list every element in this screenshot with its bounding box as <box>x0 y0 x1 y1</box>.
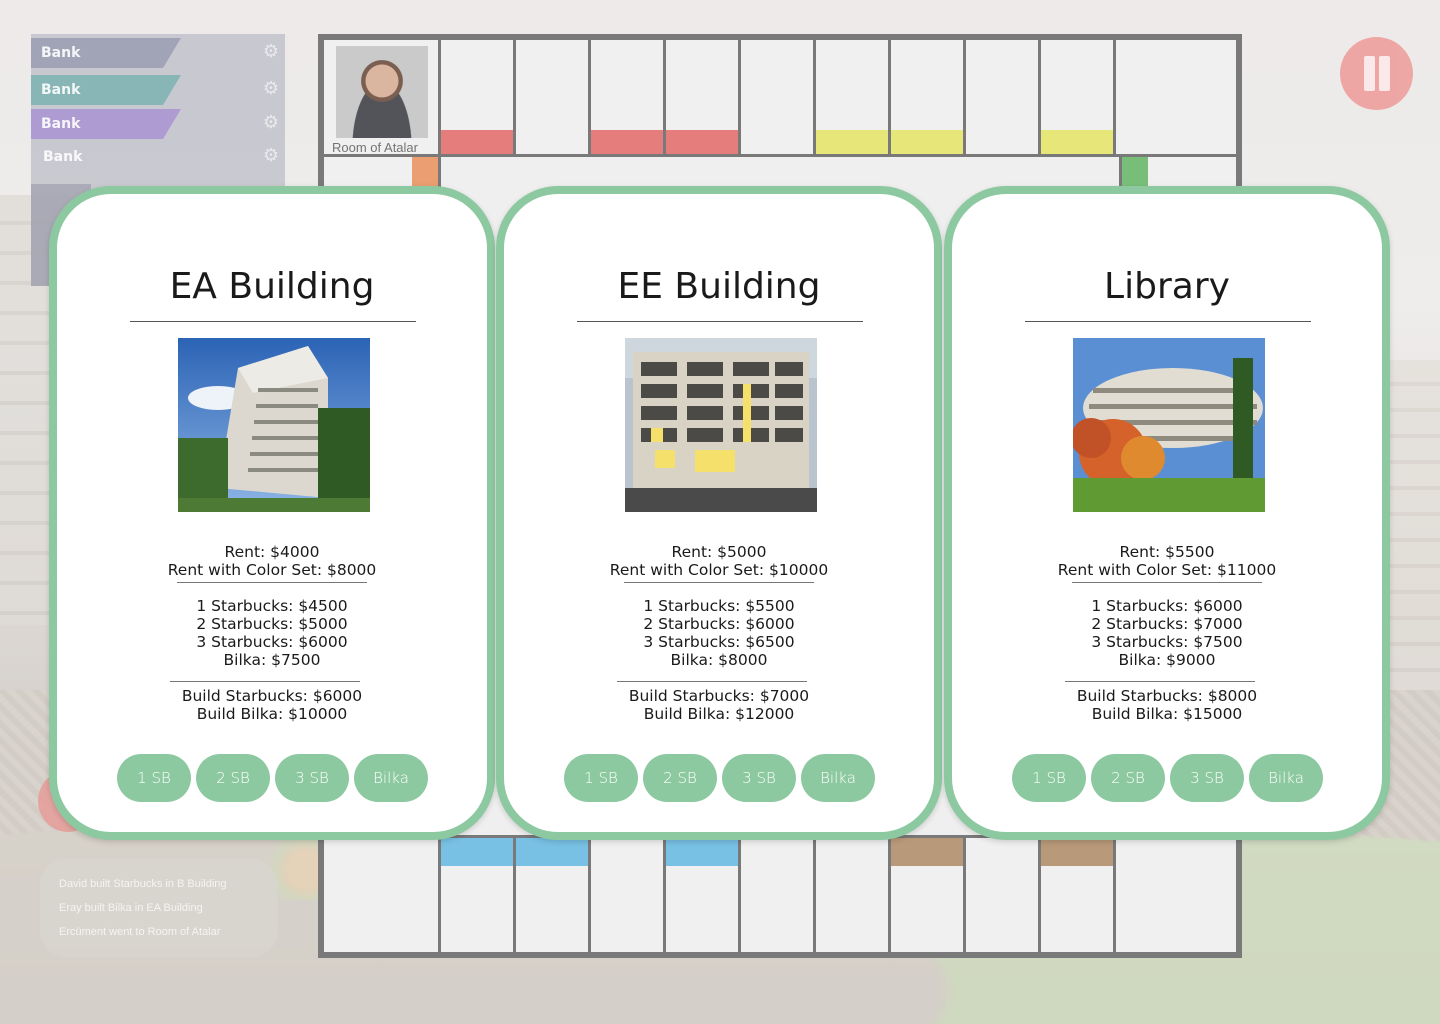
build-starbucks-text: Build Starbucks: $6000 <box>181 687 363 705</box>
build-2-sb-button[interactable]: 2 SB <box>643 754 717 802</box>
build-bilka-button[interactable]: Bilka <box>354 754 428 802</box>
bilka-text: Bilka: $9000 <box>1118 651 1216 669</box>
card-title: EA Building <box>169 266 375 307</box>
rent-text: Rent: $4000 <box>224 543 320 561</box>
starbucks-3-text: 3 Starbucks: $6500 <box>643 633 795 651</box>
building-photo <box>625 338 817 512</box>
starbucks-2-text: 2 Starbucks: $5000 <box>196 615 348 633</box>
build-1-sb-button[interactable]: 1 SB <box>564 754 638 802</box>
building-photo <box>178 338 370 512</box>
rent-text: Rent: $5000 <box>671 543 767 561</box>
starbucks-1-text: 1 Starbucks: $5500 <box>643 597 795 615</box>
build-1-sb-button[interactable]: 1 SB <box>1012 754 1086 802</box>
rent-color-set-text: Rent with Color Set: $8000 <box>167 561 377 579</box>
starbucks-2-text: 2 Starbucks: $7000 <box>1091 615 1243 633</box>
rent-color-set-text: Rent with Color Set: $11000 <box>1057 561 1277 579</box>
property-card-library: Library Rent: $5500 Rent with Color Set:… <box>944 186 1390 840</box>
starbucks-2-text: 2 Starbucks: $6000 <box>643 615 795 633</box>
starbucks-3-text: 3 Starbucks: $6000 <box>196 633 348 651</box>
divider <box>617 681 807 682</box>
build-starbucks-text: Build Starbucks: $8000 <box>1076 687 1258 705</box>
card-title: Library <box>1104 266 1230 307</box>
divider <box>170 681 360 682</box>
build-bilka-button[interactable]: Bilka <box>1249 754 1323 802</box>
build-3-sb-button[interactable]: 3 SB <box>275 754 349 802</box>
build-3-sb-button[interactable]: 3 SB <box>722 754 796 802</box>
card-title: EE Building <box>617 266 821 307</box>
divider <box>624 582 814 583</box>
starbucks-1-text: 1 Starbucks: $4500 <box>196 597 348 615</box>
build-3-sb-button[interactable]: 3 SB <box>1170 754 1244 802</box>
property-card-ee-building: EE Building Rent: $5000 Rent with Color … <box>496 186 942 840</box>
build-1-sb-button[interactable]: 1 SB <box>117 754 191 802</box>
bilka-text: Bilka: $8000 <box>670 651 768 669</box>
build-bilka-text: Build Bilka: $10000 <box>196 705 348 723</box>
divider <box>577 321 863 322</box>
rent-color-set-text: Rent with Color Set: $10000 <box>609 561 829 579</box>
build-2-sb-button[interactable]: 2 SB <box>1091 754 1165 802</box>
property-card-ea-building: EA Building Rent: $4000 Rent with Color … <box>49 186 495 840</box>
divider <box>177 582 367 583</box>
divider <box>1072 582 1262 583</box>
build-bilka-button[interactable]: Bilka <box>801 754 875 802</box>
building-photo <box>1073 338 1265 512</box>
rent-text: Rent: $5500 <box>1119 543 1215 561</box>
build-starbucks-text: Build Starbucks: $7000 <box>628 687 810 705</box>
starbucks-3-text: 3 Starbucks: $7500 <box>1091 633 1243 651</box>
build-bilka-text: Build Bilka: $12000 <box>643 705 795 723</box>
starbucks-1-text: 1 Starbucks: $6000 <box>1091 597 1243 615</box>
divider <box>1065 681 1255 682</box>
bilka-text: Bilka: $7500 <box>223 651 321 669</box>
divider <box>1025 321 1311 322</box>
build-bilka-text: Build Bilka: $15000 <box>1091 705 1243 723</box>
build-2-sb-button[interactable]: 2 SB <box>196 754 270 802</box>
divider <box>130 321 416 322</box>
